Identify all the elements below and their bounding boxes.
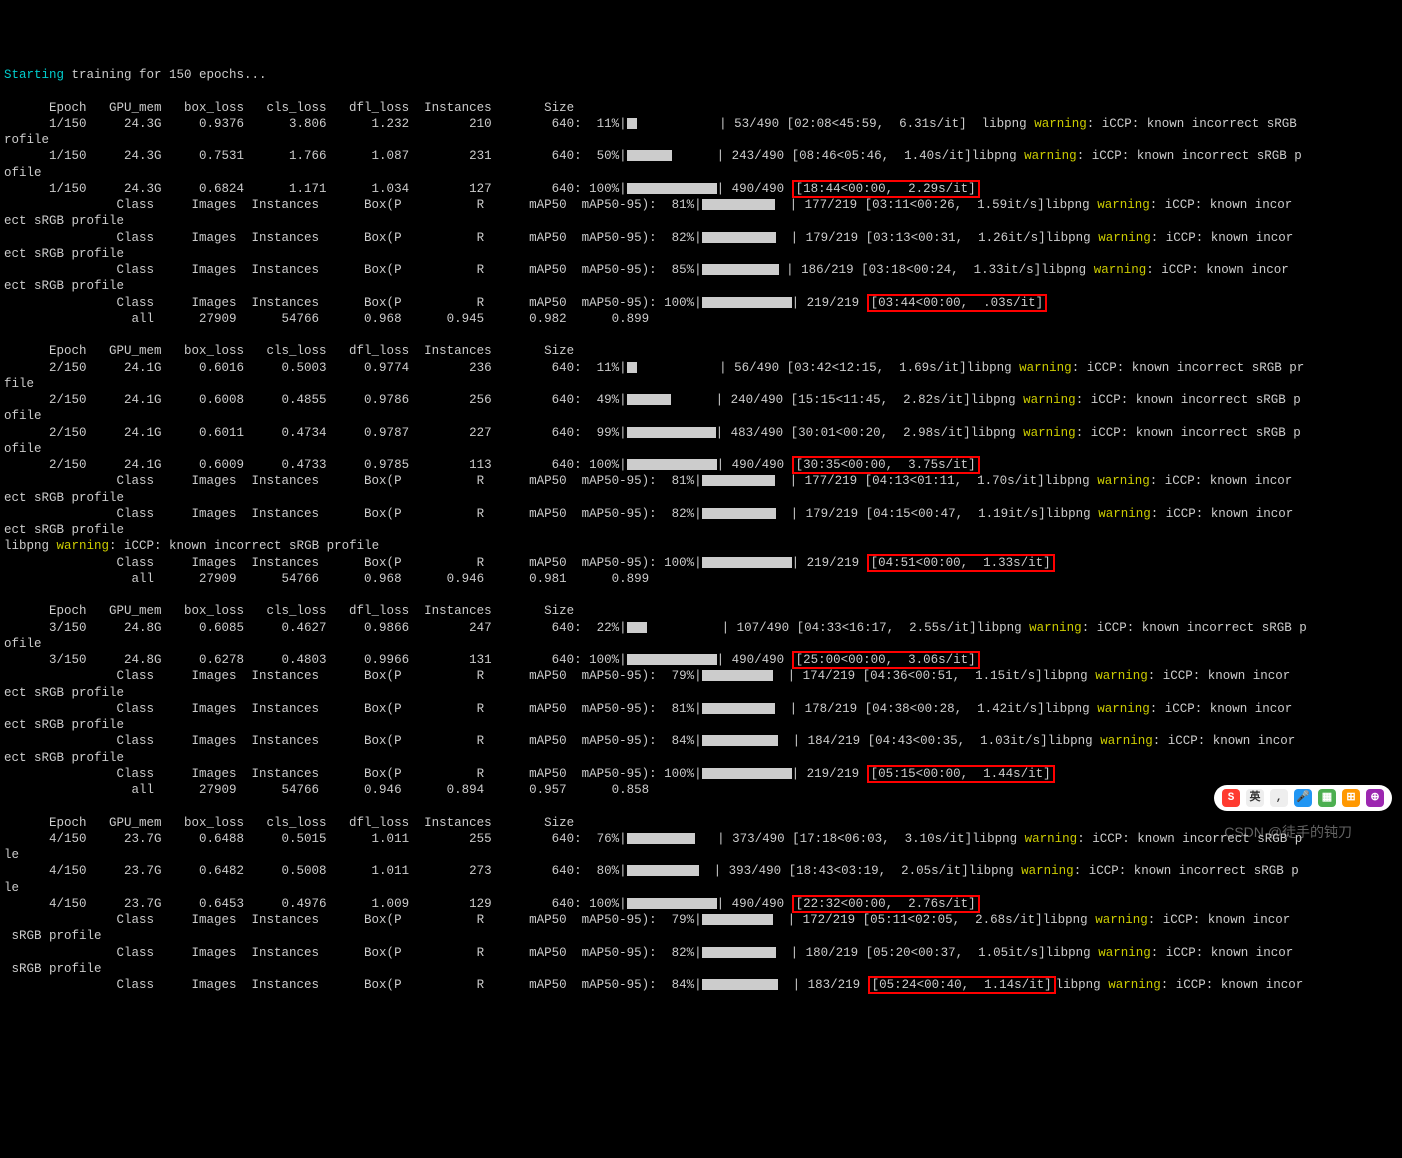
punct-toggle[interactable]: ,	[1270, 789, 1288, 807]
grid-icon[interactable]: ⊞	[1342, 789, 1360, 807]
ime-floatbar[interactable]: S 英 , 🎤 ▦ ⊞ ⊕	[1214, 785, 1392, 811]
mic-icon[interactable]: 🎤	[1294, 789, 1312, 807]
sogou-icon[interactable]: S	[1222, 789, 1240, 807]
terminal-output: Starting training for 150 epochs... Epoc…	[4, 67, 1398, 1010]
lang-toggle[interactable]: 英	[1246, 789, 1264, 807]
app-icon[interactable]: ▦	[1318, 789, 1336, 807]
more-icon[interactable]: ⊕	[1366, 789, 1384, 807]
csdn-watermark: CSDN @徒手的钝刀	[1224, 823, 1352, 841]
